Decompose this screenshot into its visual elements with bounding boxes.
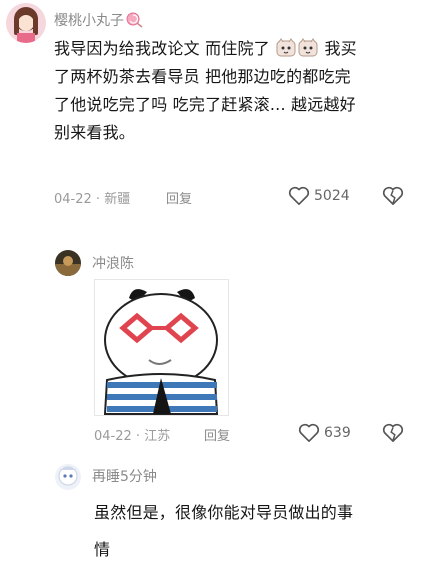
broken-heart-icon xyxy=(382,423,404,442)
avatar[interactable] xyxy=(55,250,81,276)
avatar[interactable] xyxy=(55,464,81,490)
comment-meta: 04-22 · 新疆 xyxy=(54,188,130,207)
user-avatar-icon xyxy=(55,464,81,490)
meta-separator: · xyxy=(95,192,101,207)
avatar[interactable] xyxy=(6,3,46,43)
comment-location: 江苏 xyxy=(144,429,171,444)
comment-location: 新疆 xyxy=(104,192,131,207)
heart-outline-icon xyxy=(298,423,320,442)
comment-meta: 04-22 · 江苏 xyxy=(94,425,170,444)
like-count: 5024 xyxy=(314,188,350,204)
comment-username[interactable]: 再睡5分钟 xyxy=(92,466,157,486)
dislike-button[interactable] xyxy=(382,186,404,210)
comment-text: 虽然但是，很像你能对导员做出的事 情 xyxy=(94,494,420,568)
comment-line: 情 xyxy=(94,540,111,559)
comment-sticker-image[interactable] xyxy=(94,279,229,416)
broken-heart-icon xyxy=(382,186,404,205)
user-avatar-icon xyxy=(55,250,81,276)
comment-text: 我导因为给我改论文 而住院了 我买 了两杯奶茶去看导员 把他那边吃的都吃完 了他… xyxy=(54,35,420,147)
cat-face-emoji-icon xyxy=(276,38,296,58)
comment-username[interactable]: 樱桃小丸子 xyxy=(54,10,144,30)
comment-date: 04-22 xyxy=(54,192,92,207)
comment-date: 04-22 xyxy=(94,429,132,444)
comment-line: 别来看我。 xyxy=(54,123,136,142)
like-count: 639 xyxy=(324,425,351,441)
comment-line: 了两杯奶茶去看导员 把他那边吃的都吃完 xyxy=(54,67,351,86)
panda-glasses-sticker xyxy=(103,289,219,415)
like-button[interactable]: 639 xyxy=(298,423,351,443)
meta-separator: · xyxy=(135,429,141,444)
user-avatar-icon xyxy=(6,3,46,43)
heart-outline-icon xyxy=(288,186,310,205)
reply-button[interactable]: 回复 xyxy=(166,188,192,207)
like-button[interactable]: 5024 xyxy=(288,186,350,206)
comment-username[interactable]: 冲浪陈 xyxy=(92,253,134,273)
dislike-button[interactable] xyxy=(382,423,404,447)
cat-face-emoji-icon xyxy=(298,38,318,58)
reply-button[interactable]: 回复 xyxy=(204,425,230,444)
comment-line: 了他说吃完了吗 吃完了赶紧滚... 越远越好 xyxy=(54,95,356,114)
lollipop-icon xyxy=(126,12,143,28)
comment-line: 虽然但是，很像你能对导员做出的事 xyxy=(94,503,354,522)
comment-line: 我导因为给我改论文 而住院了 我买 xyxy=(54,38,357,58)
